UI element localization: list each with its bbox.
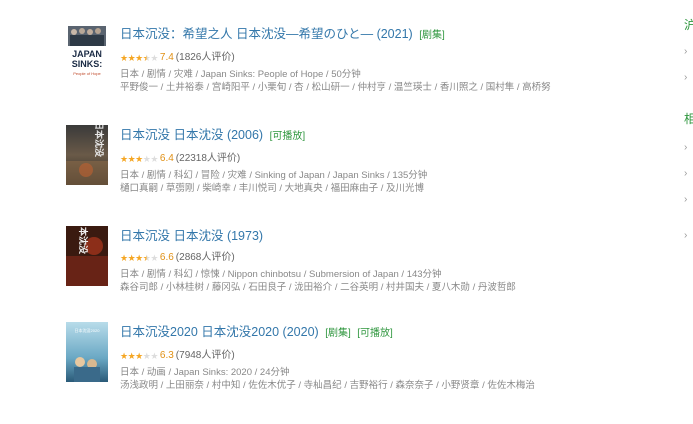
rating-count: (7948人评价) bbox=[175, 350, 235, 361]
rating-score: 7.4 bbox=[159, 52, 174, 63]
result-item: 日本沈没2020 日本沉没2020 日本沈没2020 (2020) [剧集] [… bbox=[66, 322, 656, 422]
search-results-page: JAPAN SINKS: People of Hope 日本沉没：希望之人 日本… bbox=[0, 0, 693, 424]
sidebar-item-fragment[interactable]: › bbox=[684, 230, 687, 242]
tag-playable: [可播放] bbox=[357, 328, 393, 339]
rating: ★ ★ ★ ★ ★ 6.3 (7948人评价) bbox=[120, 349, 650, 363]
poster-text: 日本沈没2020 bbox=[75, 327, 101, 333]
result-title-link[interactable]: 日本沉没：希望之人 日本沈没―希望のひと― (2021) bbox=[120, 27, 413, 41]
sidebar-item-fragment[interactable]: › bbox=[684, 168, 687, 180]
rating: ★ ★ ★ ★ ★ 6.4 (22318人评价) bbox=[120, 152, 650, 166]
sidebar-item-fragment[interactable]: › bbox=[684, 72, 687, 84]
result-title-link[interactable]: 日本沉没 日本沈没 (1973) bbox=[120, 229, 263, 243]
result-meta: 日本 / 动画 / Japan Sinks: 2020 / 24分钟 bbox=[120, 367, 290, 378]
rating: ★ ★ ★ ★ ★ 6.6 (2868人评价) bbox=[120, 251, 650, 265]
tag-series: [剧集] bbox=[419, 30, 445, 41]
result-cast: 樋口真嗣 / 草彅刚 / 柴崎幸 / 丰川悦司 / 大地真央 / 福田麻由子 /… bbox=[120, 183, 425, 194]
result-cast: 平野俊一 / 土井裕泰 / 宫崎阳平 / 小栗旬 / 杏 / 松山研一 / 仲村… bbox=[120, 82, 551, 93]
result-item: JAPAN SINKS: People of Hope 日本沉没：希望之人 日本… bbox=[66, 24, 656, 125]
result-meta: 日本 / 剧情 / 科幻 / 冒险 / 灾难 / Sinking of Japa… bbox=[120, 170, 428, 181]
result-item: 日本沈没 日本沉没 日本沈没 (1973) ★ ★ ★ ★ ★ 6.6 (2868人评价… bbox=[66, 226, 656, 322]
rating-score: 6.3 bbox=[159, 350, 174, 361]
result-cast: 森谷司郎 / 小林桂树 / 藤冈弘 / 石田良子 / 泷田裕介 / 二谷英明 /… bbox=[120, 282, 516, 293]
rating: ★ ★ ★ ★ ★ 7.4 (1826人评价) bbox=[120, 51, 650, 65]
tag-playable: [可播放] bbox=[269, 131, 306, 142]
sidebar-item-fragment[interactable]: › bbox=[684, 46, 687, 58]
rating-stars-icon: ★ ★ ★ ★ ★ bbox=[120, 253, 158, 263]
rating-count: (22318人评价) bbox=[175, 153, 241, 164]
rating-count: (2868人评价) bbox=[175, 252, 235, 263]
poster-nippon-chinbotsu-1973[interactable]: 日本沈没 bbox=[66, 226, 108, 286]
rating-stars-icon: ★ ★ ★ ★ ★ bbox=[120, 53, 158, 63]
tag-series: [剧集] bbox=[325, 328, 351, 339]
result-title-link[interactable]: 日本沉没 日本沈没 (2006) bbox=[120, 128, 263, 142]
poster-sinking-of-japan-2006[interactable]: 日本沈没 bbox=[66, 125, 108, 185]
poster-japan-sinks-people-of-hope[interactable]: JAPAN SINKS: People of Hope bbox=[66, 24, 108, 84]
sidebar-heading-fragment: 相 bbox=[684, 112, 693, 126]
poster-text-1: JAPAN bbox=[72, 49, 102, 59]
right-sidebar-clipped: 沪 › › 相 › › › › bbox=[684, 0, 693, 424]
results-list: JAPAN SINKS: People of Hope 日本沉没：希望之人 日本… bbox=[66, 24, 656, 422]
poster-text: 日本沈没 bbox=[93, 125, 105, 158]
poster-text: 日本沈没 bbox=[77, 226, 89, 255]
poster-text-3: People of Hope bbox=[73, 71, 101, 76]
rating-score: 6.6 bbox=[159, 252, 174, 263]
rating-score: 6.4 bbox=[159, 153, 174, 164]
rating-count: (1826人评价) bbox=[175, 52, 235, 63]
result-title-link[interactable]: 日本沉没2020 日本沈没2020 (2020) bbox=[120, 325, 319, 339]
rating-stars-icon: ★ ★ ★ ★ ★ bbox=[120, 154, 158, 164]
sidebar-heading-fragment: 沪 bbox=[684, 18, 693, 32]
sidebar-item-fragment[interactable]: › bbox=[684, 142, 687, 154]
result-item: 日本沈没 日本沉没 日本沈没 (2006) [可播放] ★ ★ ★ ★ ★ 6.4 (2… bbox=[66, 125, 656, 226]
poster-text-2: SINKS: bbox=[72, 59, 103, 69]
sidebar-item-fragment[interactable]: › bbox=[684, 194, 687, 206]
rating-stars-icon: ★ ★ ★ ★ ★ bbox=[120, 351, 158, 361]
result-cast: 汤浅政明 / 上田丽奈 / 村中知 / 佐佐木优子 / 寺杣昌纪 / 吉野裕行 … bbox=[120, 380, 535, 391]
poster-japan-sinks-2020[interactable]: 日本沈没2020 bbox=[66, 322, 108, 382]
result-meta: 日本 / 剧情 / 灾难 / Japan Sinks: People of Ho… bbox=[120, 69, 361, 80]
result-meta: 日本 / 剧情 / 科幻 / 惊悚 / Nippon chinbotsu / S… bbox=[120, 269, 442, 280]
